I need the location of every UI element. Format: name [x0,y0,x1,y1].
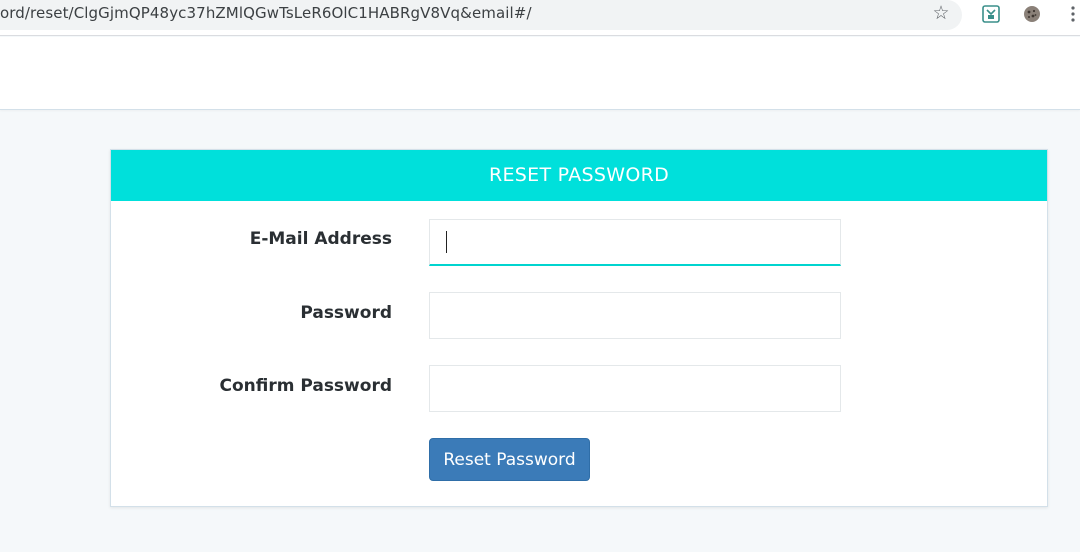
password-field[interactable] [429,292,841,339]
email-label: E-Mail Address [249,229,392,249]
site-navbar [0,37,1080,110]
cookie-extension-icon[interactable] [1021,3,1043,25]
star-icon[interactable]: ☆ [930,2,952,24]
confirm-password-field[interactable] [429,365,841,412]
password-label: Password [300,303,392,323]
save-extension-icon[interactable] [980,3,1002,25]
email-field[interactable] [429,219,841,266]
address-bar-url[interactable]: ord/reset/ClgGjmQP48yc37hZMlQGwTsLeR6OlC… [0,4,532,22]
text-cursor [446,231,447,253]
browser-toolbar: ord/reset/ClgGjmQP48yc37hZMlQGwTsLeR6OlC… [0,0,1080,36]
panel-heading: RESET PASSWORD [111,150,1047,201]
confirm-password-label: Confirm Password [219,376,392,396]
address-bar[interactable]: ord/reset/ClgGjmQP48yc37hZMlQGwTsLeR6OlC… [0,0,962,30]
browser-menu-icon[interactable] [1062,3,1080,25]
reset-password-panel: RESET PASSWORD E-Mail Address Password C… [110,149,1048,507]
reset-password-button[interactable]: Reset Password [429,438,590,481]
